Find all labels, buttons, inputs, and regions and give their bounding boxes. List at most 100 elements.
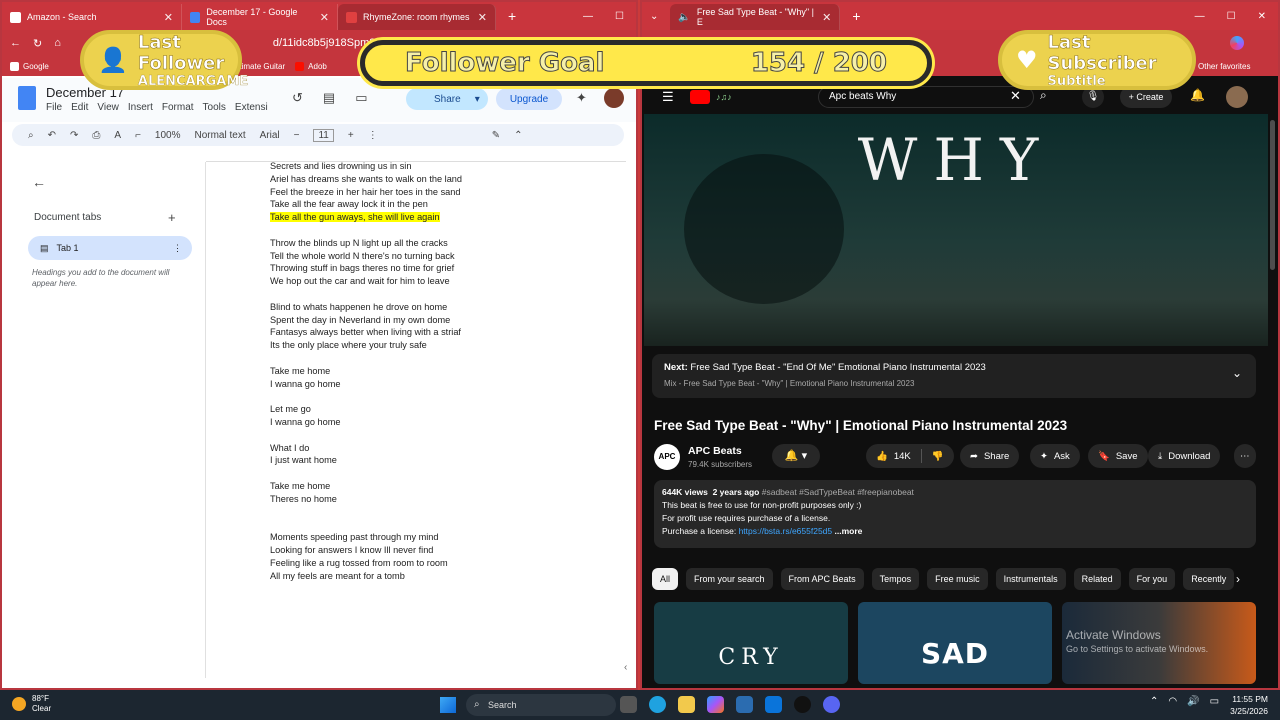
chip-for-you[interactable]: For you — [1128, 568, 1176, 590]
reload-icon[interactable]: ↻ — [33, 37, 42, 50]
style-select[interactable]: Normal text — [194, 130, 245, 141]
tab-amazon[interactable]: Amazon - Search ✕ — [2, 4, 182, 30]
document-line[interactable]: Looking for answers I know Ill never fin… — [270, 544, 630, 557]
show-more-link[interactable]: ...more — [835, 526, 863, 536]
chip-related[interactable]: Related — [1073, 568, 1121, 590]
more-actions-button[interactable]: ⋯ — [1234, 444, 1256, 468]
document-line[interactable]: Spent the day in Neverland in my own dom… — [270, 314, 630, 327]
blank-line[interactable] — [270, 506, 630, 519]
windows-start-icon[interactable] — [440, 697, 456, 713]
redo-icon[interactable]: ↷ — [70, 130, 78, 141]
gemini-icon[interactable]: ✦ — [576, 90, 587, 106]
discord-icon[interactable] — [823, 696, 840, 713]
channel-avatar[interactable]: APC — [654, 444, 680, 470]
menu-view[interactable]: View — [97, 102, 119, 113]
blank-line[interactable] — [270, 429, 630, 442]
document-line[interactable]: Secrets and lies drowning us in sin — [270, 160, 630, 173]
thumbs-down-icon[interactable]: 👎 — [932, 451, 944, 462]
document-line[interactable]: Tell the whole world N there's no turnin… — [270, 250, 630, 263]
document-body[interactable]: Secrets and lies drowning us in sin Ariel… — [270, 160, 630, 680]
document-line[interactable]: Ariel has dreams she wants to walk on th… — [270, 173, 630, 186]
close-icon[interactable]: ✕ — [320, 11, 329, 24]
chevron-down-icon[interactable]: ⌄ — [1232, 366, 1242, 380]
menu-insert[interactable]: Insert — [128, 102, 153, 113]
paint-format-icon[interactable]: ⌐ — [135, 130, 141, 141]
share-button[interactable]: ➦ Share — [960, 444, 1020, 468]
tab-google-docs[interactable]: December 17 - Google Docs ✕ — [182, 4, 338, 30]
meet-icon[interactable]: ▭ — [355, 90, 367, 106]
document-line[interactable]: I wanna go home — [270, 378, 630, 391]
blank-line[interactable] — [270, 224, 630, 237]
scrollbar[interactable] — [1268, 114, 1276, 690]
up-next-panel[interactable]: Next: Free Sad Type Beat - "End Of Me" E… — [652, 354, 1256, 398]
chip-instrumentals[interactable]: Instrumentals — [995, 568, 1066, 590]
task-view-icon[interactable] — [620, 696, 637, 713]
like-dislike-button[interactable]: 👍 14K 👎 — [866, 444, 954, 468]
license-link[interactable]: https://bsta.rs/e655f25d5 — [739, 526, 833, 536]
comment-icon[interactable]: ▤ — [323, 90, 335, 106]
chevron-up-icon[interactable]: ⌃ — [514, 130, 522, 141]
more-icon[interactable]: ⋮ — [173, 243, 182, 254]
chevron-down-icon[interactable]: ▾ — [475, 94, 480, 105]
scrollbar-thumb[interactable] — [1270, 120, 1275, 270]
zoom-select[interactable]: 100% — [155, 130, 181, 141]
file-explorer-icon[interactable] — [678, 696, 695, 713]
channel-name[interactable]: APC Beats — [688, 445, 742, 457]
outlook-icon[interactable] — [765, 696, 782, 713]
volume-icon[interactable]: 🔊 — [1187, 696, 1199, 707]
document-line[interactable]: Its the only place where your truly safe — [270, 339, 630, 352]
chip-recently[interactable]: Recently — [1183, 568, 1235, 590]
menu-edit[interactable]: Edit — [71, 102, 88, 113]
document-line[interactable]: Throwing stuff in bags theres no time fo… — [270, 262, 630, 275]
font-size-increase-icon[interactable]: + — [348, 130, 354, 141]
search-icon[interactable]: ⌕ — [28, 130, 34, 141]
close-icon[interactable]: ✕ — [822, 11, 831, 24]
document-line[interactable]: Take all the fear away lock it in the pe… — [270, 198, 630, 211]
menu-file[interactable]: File — [46, 102, 62, 113]
copilot-icon[interactable] — [707, 696, 724, 713]
chevron-right-icon[interactable]: › — [1236, 572, 1240, 586]
video-player[interactable]: WHY — [644, 114, 1268, 346]
history-icon[interactable]: ↺ — [292, 90, 303, 106]
store-icon[interactable] — [736, 696, 753, 713]
avatar[interactable] — [604, 88, 624, 108]
menu-icon[interactable]: ☰ — [662, 89, 674, 105]
print-icon[interactable]: ⎙ — [92, 130, 100, 141]
menu-tools[interactable]: Tools — [203, 102, 226, 113]
docs-logo-icon[interactable] — [18, 86, 36, 110]
youtube-logo-icon[interactable] — [690, 90, 710, 104]
thumbs-up-icon[interactable]: 👍 — [876, 451, 888, 462]
document-line[interactable]: Throw the blinds up N light up all the c… — [270, 237, 630, 250]
avatar[interactable] — [1226, 86, 1248, 108]
battery-icon[interactable]: ▭ — [1210, 696, 1219, 707]
save-button[interactable]: 🔖 Save — [1088, 444, 1148, 468]
chevron-up-icon[interactable]: ⌃ — [1150, 696, 1158, 707]
maximize-icon[interactable]: ☐ — [615, 11, 624, 22]
sidebar-item-tab-1[interactable]: ▤ Tab 1 ⋮ — [28, 236, 192, 260]
download-button[interactable]: ⤓ Download — [1148, 444, 1221, 468]
new-tab-icon[interactable]: + — [508, 8, 516, 24]
back-arrow-icon[interactable]: ← — [32, 174, 46, 190]
chip-all[interactable]: All — [652, 568, 679, 590]
font-size-field[interactable]: 11 — [313, 128, 334, 142]
font-size-decrease-icon[interactable]: − — [294, 130, 300, 141]
weather-widget[interactable]: 88°F Clear — [12, 694, 51, 714]
document-line[interactable]: Theres no home — [270, 493, 630, 506]
blank-line[interactable] — [270, 352, 630, 365]
chip-free-music[interactable]: Free music — [927, 568, 988, 590]
document-line[interactable]: I just want home — [270, 454, 630, 467]
document-line[interactable]: Take all the gun aways, she will live ag… — [270, 211, 630, 224]
tab-list-icon[interactable]: ⌄ — [650, 11, 658, 22]
document-line[interactable]: All my feels are meant for a tomb — [270, 570, 630, 583]
maximize-icon[interactable]: ☐ — [1227, 11, 1236, 22]
clear-search-icon[interactable]: ✕ — [1010, 88, 1021, 104]
chip-from-apc-beats[interactable]: From APC Beats — [780, 568, 864, 590]
bookmark-adobe[interactable]: Adob — [295, 61, 327, 71]
bookmark-google[interactable]: Google — [10, 61, 49, 71]
minimize-icon[interactable]: — — [1195, 11, 1205, 22]
copilot-icon[interactable] — [1230, 36, 1244, 50]
hashtags[interactable]: #sadbeat #SadTypeBeat #freepianobeat — [762, 487, 914, 497]
document-line[interactable]: Blind to whats happenen he drove on home — [270, 301, 630, 314]
document-line[interactable]: Moments speeding past through my mind — [270, 531, 630, 544]
clock[interactable]: 11:55 PM 3/25/2026 — [1230, 693, 1268, 717]
